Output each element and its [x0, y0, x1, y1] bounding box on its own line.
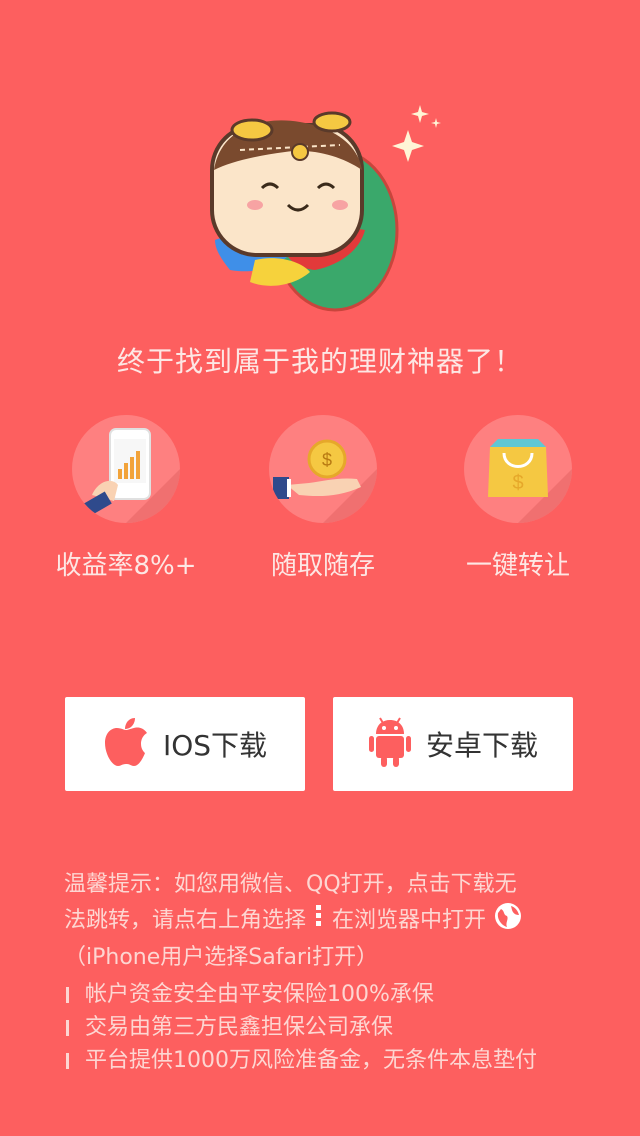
globe-icon — [493, 901, 523, 941]
svg-text:$: $ — [322, 450, 332, 470]
bullet-bar — [66, 1052, 69, 1069]
apple-icon — [103, 716, 149, 772]
android-download-label: 安卓下载 — [425, 729, 538, 762]
bullet-bar — [66, 986, 69, 1003]
list-item-text: 交易由第三方民鑫担保公司承保 — [85, 1015, 394, 1040]
tips-line-part: 法跳转，请点右上角选择 — [64, 908, 307, 933]
list-item: 平台提供1000万风险准备金，无条件本息垫付 — [64, 1044, 604, 1077]
android-download-button[interactable]: 安卓下载 — [333, 697, 573, 791]
bullet-bar — [66, 1019, 69, 1036]
list-item: 帐户资金安全由平安保险100%承保 — [64, 978, 604, 1011]
feature-transfer: $ 一键转让 — [418, 415, 618, 582]
list-item-text: 帐户资金安全由平安保险100%承保 — [85, 982, 434, 1007]
list-item: 交易由第三方民鑫担保公司承保 — [64, 1011, 604, 1044]
mascot-illustration — [200, 100, 460, 330]
tips-line-part: 在浏览器中打开 — [332, 908, 487, 933]
list-item-text: 平台提供1000万风险准备金，无条件本息垫付 — [85, 1048, 537, 1073]
guarantee-list: 帐户资金安全由平安保险100%承保 交易由第三方民鑫担保公司承保 平台提供100… — [64, 978, 604, 1077]
ios-download-label: IOS下载 — [162, 729, 268, 762]
feature-label: 收益率8%+ — [55, 551, 197, 581]
feature-yield: 收益率8%+ — [26, 415, 226, 582]
android-icon — [368, 716, 412, 772]
feature-flexible: $ 随取随存 — [223, 415, 423, 582]
tips-line: （iPhone用户选择Safari打开） — [64, 945, 379, 970]
feature-label: 一键转让 — [465, 551, 570, 581]
svg-text:$: $ — [512, 472, 523, 494]
tips-line: 法跳转，请点右上角选择 在浏览器中打开 — [64, 901, 584, 941]
hand-coin-icon: $ — [269, 415, 377, 523]
feature-label: 随取随存 — [270, 551, 375, 581]
ios-download-button[interactable]: IOS下载 — [65, 697, 305, 791]
shopping-bag-icon: $ — [464, 415, 572, 523]
tips-text: 温馨提示：如您用微信、QQ打开，点击下载无 法跳转，请点右上角选择 在浏览器中打… — [64, 868, 584, 974]
slogan-heading: 终于找到属于我的理财神器了！ — [116, 345, 523, 378]
phone-chart-icon — [72, 415, 180, 523]
tips-line: 温馨提示：如您用微信、QQ打开，点击下载无 — [64, 872, 517, 897]
more-menu-icon — [313, 903, 325, 939]
